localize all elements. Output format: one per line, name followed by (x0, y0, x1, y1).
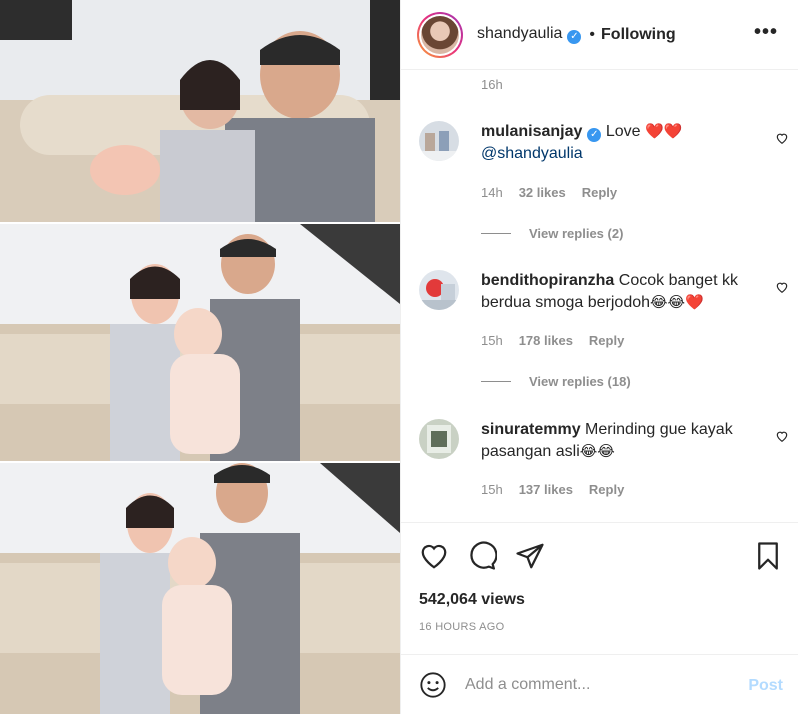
caption-timestamp[interactable]: 16h (481, 77, 503, 92)
like-comment-heart-icon[interactable] (775, 429, 789, 443)
comment-meta: 15h 137 likes Reply (481, 482, 640, 497)
comment-text: bendithopiranzha Cocok banget kk berdua … (481, 270, 771, 314)
reply-button[interactable]: Reply (589, 333, 624, 348)
following-button[interactable]: Following (601, 26, 676, 44)
emoji-smiley-icon[interactable] (419, 671, 447, 699)
video-frame-2 (0, 224, 400, 461)
share-paper-plane-icon[interactable] (515, 541, 545, 571)
commenter-avatar[interactable] (419, 419, 459, 459)
reply-button[interactable]: Reply (589, 482, 624, 497)
author-username-text[interactable]: shandyaulia (477, 25, 562, 42)
commenter-username[interactable]: bendithopiranzha (481, 272, 614, 289)
comment-meta: 15h 178 likes Reply (481, 333, 640, 348)
verified-badge-icon: ✓ (587, 128, 602, 142)
comment-likes[interactable]: 178 likes (519, 333, 573, 348)
post-media[interactable] (0, 0, 400, 714)
comment-emoji: 😂😂 (579, 443, 615, 460)
video-frame-3 (0, 463, 400, 714)
posted-time[interactable]: 16 HOURS AGO (419, 621, 505, 633)
video-frame-1 (0, 0, 400, 222)
view-replies-button[interactable]: View replies (2) (481, 226, 623, 241)
views-count[interactable]: 542,064 views (419, 591, 525, 609)
comment-likes[interactable]: 137 likes (519, 482, 573, 497)
comments-list[interactable]: 16h mulanisanjay ✓ Love ❤️❤️ @shandyaulia… (401, 71, 798, 522)
post-details-panel: shandyaulia ✓ • Following ••• 16h mulanis… (400, 0, 798, 714)
view-replies-label[interactable]: View replies (2) (529, 226, 623, 241)
comment-text: mulanisanjay ✓ Love ❤️❤️ @shandyaulia (481, 121, 771, 165)
comment-bubble-icon[interactable] (467, 541, 497, 571)
comment-emoji: 😂😂❤️ (650, 294, 704, 311)
commenter-username[interactable]: sinuratemmy (481, 421, 581, 438)
comment-meta: 14h 32 likes Reply (481, 185, 633, 200)
commenter-username[interactable]: mulanisanjay (481, 123, 582, 140)
comment-input[interactable] (465, 675, 725, 694)
mention-link[interactable]: @shandyaulia (481, 145, 583, 162)
commenter-avatar[interactable] (419, 121, 459, 161)
comment-time[interactable]: 15h (481, 482, 503, 497)
post-button[interactable]: Post (748, 677, 783, 695)
comment-time[interactable]: 15h (481, 333, 503, 348)
view-replies-label[interactable]: View replies (18) (529, 374, 631, 389)
comment-time[interactable]: 14h (481, 185, 503, 200)
comment-text: sinuratemmy Merinding gue kayak pasangan… (481, 419, 771, 463)
author-avatar[interactable] (417, 11, 463, 58)
separator-dot: • (589, 25, 596, 43)
like-comment-heart-icon[interactable] (775, 131, 789, 145)
view-replies-button[interactable]: View replies (18) (481, 374, 631, 389)
like-comment-heart-icon[interactable] (775, 280, 789, 294)
post-header: shandyaulia ✓ • Following ••• (401, 0, 798, 70)
add-comment-bar: Post (401, 654, 798, 714)
post-actions: 542,064 views 16 HOURS AGO (401, 522, 798, 654)
comment-likes[interactable]: 32 likes (519, 185, 566, 200)
like-heart-icon[interactable] (419, 541, 449, 571)
more-options-icon[interactable]: ••• (754, 22, 778, 42)
comment-emoji: ❤️❤️ (644, 123, 683, 140)
commenter-avatar[interactable] (419, 270, 459, 310)
comment-body: Love (605, 123, 641, 140)
verified-badge-icon: ✓ (567, 30, 582, 44)
reply-button[interactable]: Reply (582, 185, 617, 200)
author-username[interactable]: shandyaulia ✓ (477, 25, 582, 44)
save-bookmark-icon[interactable] (753, 541, 783, 571)
